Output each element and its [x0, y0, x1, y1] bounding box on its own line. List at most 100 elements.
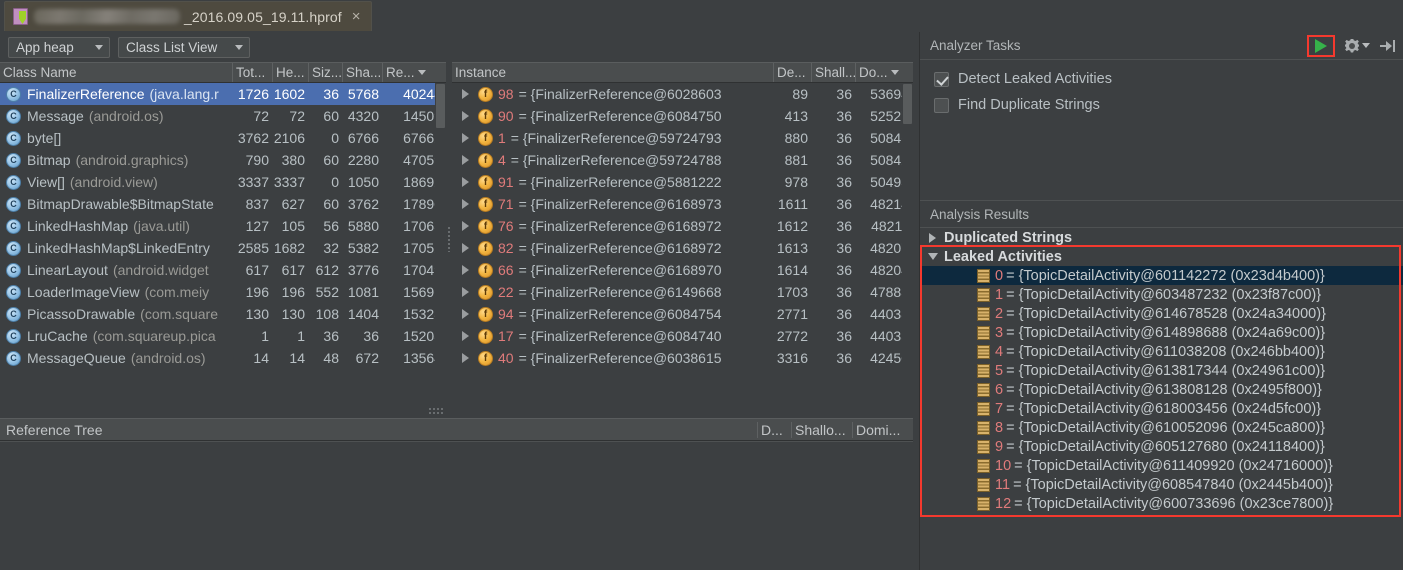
instance-table-col-instance[interactable]: Instance [452, 63, 774, 82]
expand-arrow-icon[interactable] [462, 221, 469, 231]
class-table-col-class-name[interactable]: Class Name [0, 63, 233, 82]
table-row[interactable]: f 91 = {FinalizerReference@5881222 978 36 504… [452, 171, 913, 193]
list-item[interactable]: 11 = {TopicDetailActivity@608547840 (0x24… [920, 475, 1403, 494]
class-list-table[interactable]: Class Name Tot... He... Siz... Sha... Re… [0, 62, 446, 416]
expand-arrow-icon[interactable] [462, 331, 469, 341]
results-group-leaked-activities[interactable]: Leaked Activities [920, 247, 1403, 266]
expand-arrow-icon[interactable] [462, 265, 469, 275]
class-table-col-total[interactable]: Tot... [233, 63, 273, 82]
instance-table-vscrollbar[interactable] [902, 83, 913, 416]
analyzer-task-row[interactable]: Find Duplicate Strings [934, 92, 1403, 118]
list-item[interactable]: 1 = {TopicDetailActivity@603487232 (0x23f… [920, 285, 1403, 304]
instance-table-col-depth[interactable]: De... [774, 63, 812, 82]
class-name-label: LruCache [27, 328, 88, 344]
expand-arrow-icon[interactable] [462, 155, 469, 165]
table-row[interactable]: f 98 = {FinalizerReference@6028603 89 36 5369… [452, 83, 913, 105]
shallow-size-cell: 36 [836, 174, 852, 190]
instance-table-body: f 98 = {FinalizerReference@6028603 89 36 5369… [452, 83, 913, 369]
table-row[interactable]: f 17 = {FinalizerReference@6084740 2772 36 44… [452, 325, 913, 347]
instance-table-col-dominating[interactable]: Do... [856, 63, 913, 82]
table-row[interactable]: Cbyte[] 3762 2106 0 6766 67662 [0, 127, 446, 149]
class-table-hscrollbar[interactable] [0, 406, 446, 416]
list-item[interactable]: 9 = {TopicDetailActivity@605127680 (0x241… [920, 437, 1403, 456]
class-table-vscrollbar[interactable] [435, 83, 446, 406]
table-row[interactable]: f 40 = {FinalizerReference@6038615 3316 36 42… [452, 347, 913, 369]
total-cell: 130 [245, 306, 269, 322]
list-item[interactable]: 4 = {TopicDetailActivity@611038208 (0x246… [920, 342, 1403, 361]
table-row[interactable]: f 1 = {FinalizerReference@59724793 880 36 508… [452, 127, 913, 149]
expand-arrow-icon[interactable] [462, 177, 469, 187]
table-row[interactable]: C MessageQueue (android.os) 14 14 48 672 13564 [0, 347, 446, 369]
class-table-col-size[interactable]: Siz... [309, 63, 343, 82]
table-row[interactable]: f 66 = {FinalizerReference@6168970 1614 36 48… [452, 259, 913, 281]
list-item[interactable]: 10 = {TopicDetailActivity@611409920 (0x24… [920, 456, 1403, 475]
table-row[interactable]: C PicassoDrawable (com.square 130 130 108 1404… [0, 303, 446, 325]
list-item[interactable]: 2 = {TopicDetailActivity@614678528 (0x24a… [920, 304, 1403, 323]
expand-arrow-icon[interactable] [462, 89, 469, 99]
task-checkbox[interactable] [934, 71, 949, 87]
table-row[interactable]: f 76 = {FinalizerReference@6168972 1612 36 48… [452, 215, 913, 237]
list-item[interactable]: 5 = {TopicDetailActivity@613817344 (0x249… [920, 361, 1403, 380]
class-table-col-shallow[interactable]: Sha... [343, 63, 383, 82]
table-row[interactable]: C Message (android.os) 72 72 60 4320 14509 [0, 105, 446, 127]
analysis-results-tree[interactable]: Duplicated Strings Leaked Activities 0 = … [920, 228, 1403, 570]
table-row[interactable]: C LinkedHashMap (java.util) 127 105 56 5880 170… [0, 215, 446, 237]
table-row[interactable]: C FinalizerReference (java.lang.r 1726 1602 3… [0, 83, 446, 105]
list-item[interactable]: 7 = {TopicDetailActivity@618003456 (0x24d… [920, 399, 1403, 418]
instance-index-label: 98 [498, 86, 514, 102]
table-row[interactable]: f 90 = {FinalizerReference@6084750 413 36 525… [452, 105, 913, 127]
reference-tree-col-depth[interactable]: D... [757, 421, 792, 438]
run-analysis-button[interactable] [1307, 34, 1335, 57]
table-row[interactable]: C LruCache (com.squareup.pica 1 1 36 36 15208 [0, 325, 446, 347]
table-row[interactable]: f 71 = {FinalizerReference@6168973 1611 36 48… [452, 193, 913, 215]
leak-value-label: = {TopicDetailActivity@613808128 (0x2495… [1006, 381, 1322, 398]
task-checkbox[interactable] [934, 97, 949, 113]
shallow-size-cell: 2280 [347, 152, 379, 168]
reference-tree-col-dominating[interactable]: Domi... [853, 422, 913, 438]
editor-tab-hprof[interactable]: _2016.09.05_19.11.hprof × [4, 1, 372, 31]
table-row[interactable]: C LinearLayout (android.widget 617 617 612 377… [0, 259, 446, 281]
class-table-vscroll-thumb[interactable] [436, 84, 445, 128]
list-item[interactable]: 0 = {TopicDetailActivity@601142272 (0x23d… [920, 266, 1403, 285]
table-row[interactable]: f 4 = {FinalizerReference@59724788 881 36 508… [452, 149, 913, 171]
class-icon: C [6, 284, 21, 300]
view-select[interactable]: Class List View [118, 36, 250, 58]
table-row[interactable]: C Bitmap (android.graphics) 790 380 60 2280 470… [0, 149, 446, 171]
analyzer-settings-button[interactable] [1345, 39, 1370, 53]
results-group-duplicated-strings[interactable]: Duplicated Strings [920, 228, 1403, 247]
table-row[interactable]: f 82 = {FinalizerReference@6168972 1613 36 48… [452, 237, 913, 259]
analyzer-task-row[interactable]: Detect Leaked Activities [934, 66, 1403, 92]
instance-table[interactable]: Instance De... Shall... Do... f 98 = {Fina… [452, 62, 913, 416]
splitter-grip[interactable] [447, 226, 451, 252]
expand-arrow-icon[interactable] [462, 133, 469, 143]
instance-table-col-shallow[interactable]: Shall... [812, 63, 856, 82]
minimize-panel-button[interactable] [1380, 39, 1395, 52]
expand-arrow-icon[interactable] [462, 287, 469, 297]
table-row[interactable]: f 94 = {FinalizerReference@6084754 2771 36 44… [452, 303, 913, 325]
reference-tree-body[interactable] [0, 441, 913, 570]
heap-select[interactable]: App heap [8, 36, 110, 58]
expand-arrow-icon[interactable] [462, 199, 469, 209]
heap-cell: 3337 [273, 174, 305, 190]
list-item[interactable]: 12 = {TopicDetailActivity@600733696 (0x23… [920, 494, 1403, 513]
expand-arrow-icon[interactable] [462, 353, 469, 363]
expand-arrow-icon[interactable] [462, 111, 469, 121]
list-item[interactable]: 6 = {TopicDetailActivity@613808128 (0x249… [920, 380, 1403, 399]
class-table-col-retained[interactable]: Re... [383, 63, 446, 82]
expand-arrow-icon[interactable] [462, 243, 469, 253]
close-icon[interactable]: × [352, 9, 361, 24]
table-row[interactable]: C LinkedHashMap$LinkedEntry 2585 1682 32 5382… [0, 237, 446, 259]
table-row[interactable]: f 22 = {FinalizerReference@6149668 1703 36 47… [452, 281, 913, 303]
class-table-col-heap[interactable]: He... [273, 63, 309, 82]
resize-grip[interactable] [428, 407, 444, 415]
list-item[interactable]: 3 = {TopicDetailActivity@614898688 (0x24a… [920, 323, 1403, 342]
table-row[interactable]: C BitmapDrawable$BitmapState 837 627 60 3762 1… [0, 193, 446, 215]
class-name-cell: C MessageQueue (android.os) [0, 350, 233, 366]
expand-arrow-icon[interactable] [462, 309, 469, 319]
reference-tree-col-shallow[interactable]: Shallo... [792, 421, 853, 438]
table-row[interactable]: C LoaderImageView (com.meiy 196 196 552 1081 15… [0, 281, 446, 303]
table-row[interactable]: C View[] (android.view) 3337 3337 0 1050 18692 [0, 171, 446, 193]
instance-table-vscroll-thumb[interactable] [903, 84, 912, 124]
list-item[interactable]: 8 = {TopicDetailActivity@610052096 (0x245… [920, 418, 1403, 437]
heap-cell: 2106 [273, 130, 305, 146]
